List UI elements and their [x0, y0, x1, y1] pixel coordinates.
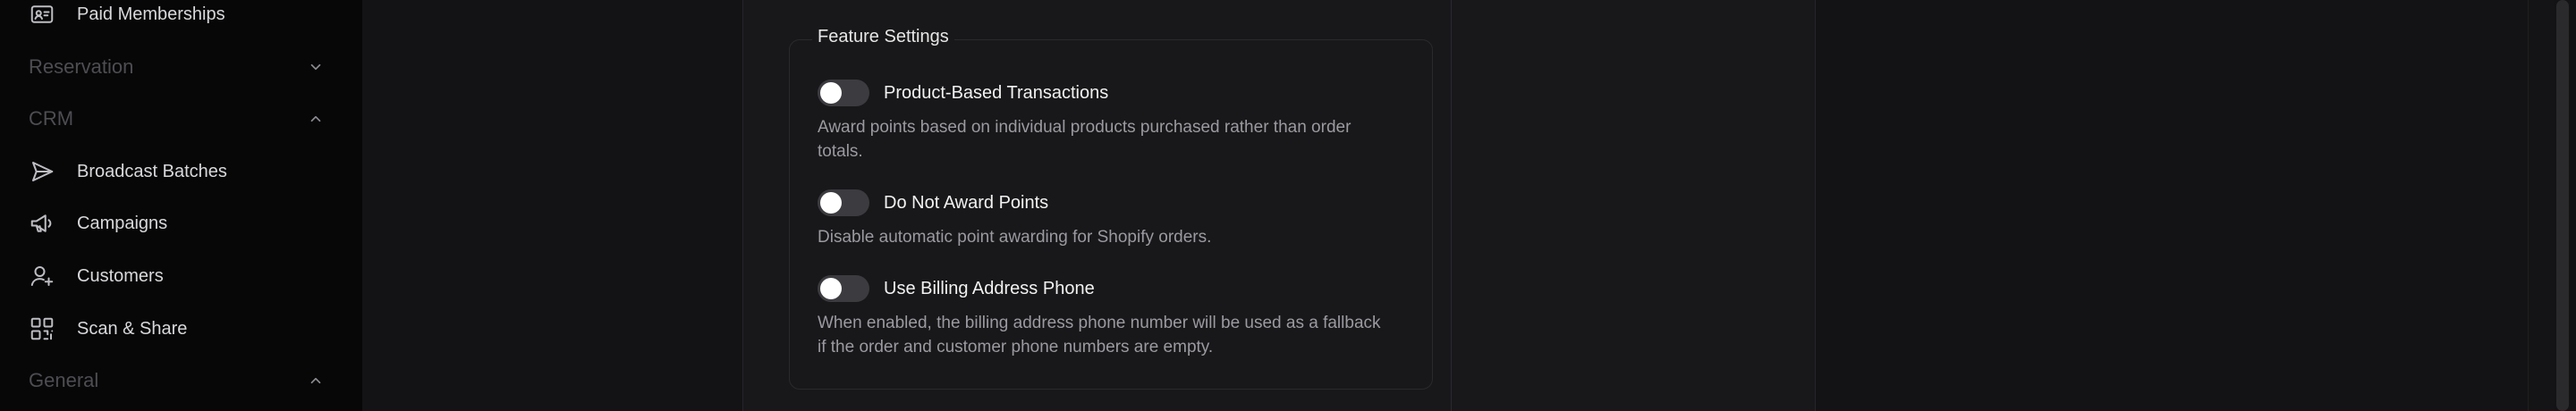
setting-description: Award points based on individual product… [818, 118, 1352, 161]
sidebar-item-paid-memberships[interactable]: Paid Memberships [29, 0, 333, 32]
page-scrollbar[interactable] [2556, 0, 2569, 411]
setting-description: Disable automatic point awarding for Sho… [818, 228, 1212, 247]
sidebar: Paid Memberships Reservation CRM Broadca… [0, 0, 362, 411]
toggle-knob [820, 192, 842, 214]
setting-description: When enabled, the billing address phone … [818, 314, 1381, 356]
qr-code-icon [30, 317, 54, 340]
chevron-up-icon [310, 377, 321, 384]
setting-title: Do Not Award Points [884, 192, 1049, 213]
toggle-knob [820, 82, 842, 104]
sidebar-item-label: Scan & Share [77, 318, 188, 339]
sidebar-item-customers[interactable]: Customers [29, 258, 333, 294]
sidebar-item-campaigns[interactable]: Campaigns [29, 206, 333, 241]
sidebar-item-label: Paid Memberships [77, 4, 225, 24]
section-label-general: General [29, 369, 99, 391]
chevron-up-icon [310, 115, 321, 122]
do-not-award-points-toggle[interactable] [818, 189, 869, 216]
column-divider [1451, 0, 1452, 411]
user-plus-icon [30, 266, 54, 286]
section-toggle-general[interactable]: General [29, 365, 324, 397]
section-label-reservation: Reservation [29, 55, 134, 78]
section-toggle-crm[interactable]: CRM [29, 103, 324, 135]
product-based-transactions-toggle[interactable] [818, 80, 869, 106]
sidebar-item-scan-share[interactable]: Scan & Share [29, 311, 333, 347]
sidebar-item-label: Campaigns [77, 213, 168, 233]
toggle-knob [820, 278, 842, 299]
megaphone-icon [30, 214, 52, 232]
sidebar-item-broadcast-batches[interactable]: Broadcast Batches [29, 154, 333, 189]
use-billing-address-phone-toggle[interactable] [818, 275, 869, 302]
main-area [362, 0, 2576, 411]
send-icon [32, 162, 54, 181]
right-gutter [2528, 0, 2554, 411]
setting-use-billing-address-phone: Use Billing Address Phone When enabled, … [818, 275, 1390, 359]
sidebar-item-label: Broadcast Batches [77, 161, 227, 181]
section-label-crm: CRM [29, 107, 74, 130]
feature-settings-legend: Feature Settings [812, 27, 954, 47]
setting-product-based-transactions: Product-Based Transactions Award points … [818, 80, 1390, 164]
setting-do-not-award-points: Do Not Award Points Disable automatic po… [818, 189, 1390, 249]
chevron-down-icon [310, 63, 321, 71]
id-card-icon [30, 5, 54, 23]
sidebar-item-label: Customers [77, 265, 164, 286]
setting-title: Use Billing Address Phone [884, 278, 1095, 298]
section-toggle-reservation[interactable]: Reservation [29, 51, 324, 83]
setting-title: Product-Based Transactions [884, 82, 1109, 103]
